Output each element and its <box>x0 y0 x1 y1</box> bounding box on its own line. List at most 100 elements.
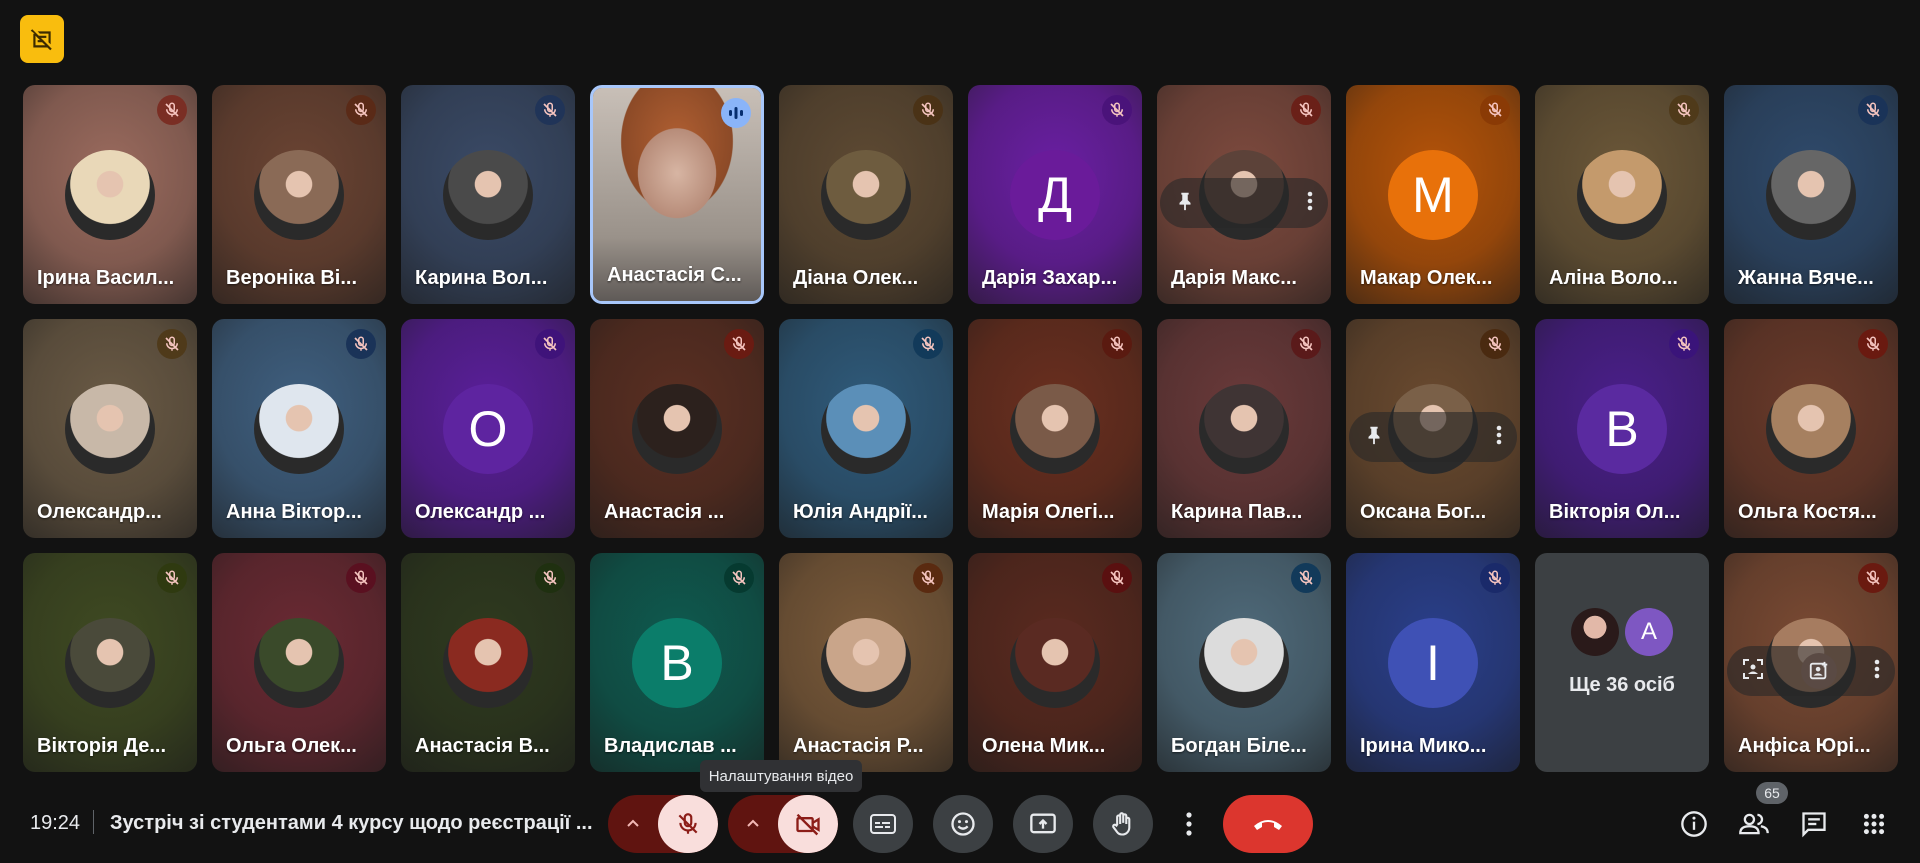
muted-indicator <box>346 563 376 593</box>
avatar <box>821 384 911 474</box>
participant-tile[interactable]: Вероніка Ві... <box>212 85 386 304</box>
tile-hover-controls <box>1160 178 1328 228</box>
participant-tile[interactable]: І Ірина Мико... <box>1346 553 1520 772</box>
camera-off-badge[interactable] <box>20 15 64 63</box>
avatar <box>821 618 911 708</box>
muted-indicator <box>1480 329 1510 359</box>
mic-off-icon <box>543 570 557 585</box>
captions-button[interactable] <box>853 795 913 853</box>
participant-name: Карина Пав... <box>1171 501 1303 523</box>
people-button[interactable] <box>1738 808 1770 840</box>
muted-indicator <box>1291 95 1321 125</box>
mic-off-icon <box>921 336 935 351</box>
meeting-info-button[interactable] <box>1678 808 1710 840</box>
participant-tile[interactable]: В Вікторія Ол... <box>1535 319 1709 538</box>
mic-off-icon <box>1110 336 1124 351</box>
mic-off-icon <box>354 336 368 351</box>
participant-name: Ольга Костя... <box>1738 501 1877 523</box>
participant-tile[interactable]: Юлія Андрії... <box>779 319 953 538</box>
mic-options-button[interactable] <box>608 795 658 853</box>
speaking-indicator <box>721 98 751 128</box>
participant-tile[interactable]: Жанна Вяче... <box>1724 85 1898 304</box>
participant-tile[interactable]: Богдан Біле... <box>1157 553 1331 772</box>
participant-tile[interactable]: Анастасія Р... <box>779 553 953 772</box>
muted-indicator <box>913 329 943 359</box>
avatar <box>632 384 722 474</box>
participant-tile[interactable]: Анастасія ... <box>590 319 764 538</box>
mic-off-icon <box>1299 336 1313 351</box>
participant-tile[interactable]: Анастасія В... <box>401 553 575 772</box>
participant-tile[interactable]: Аліна Воло... <box>1535 85 1709 304</box>
people-icon <box>1739 813 1769 835</box>
participant-tile[interactable]: О Олександр ... <box>401 319 575 538</box>
mic-off-icon <box>1299 102 1313 117</box>
participant-count-badge: 65 <box>1756 782 1788 804</box>
participant-tile[interactable]: Карина Пав... <box>1157 319 1331 538</box>
muted-indicator <box>346 95 376 125</box>
muted-indicator <box>535 95 565 125</box>
mic-off-icon <box>1866 102 1880 117</box>
participant-tile[interactable]: В Владислав ... <box>590 553 764 772</box>
participant-tile[interactable]: Д Дарія Захар... <box>968 85 1142 304</box>
participant-tile[interactable]: Оксана Бог... <box>1346 319 1520 538</box>
participant-tile[interactable]: Ольга Олек... <box>212 553 386 772</box>
more-options-button[interactable] <box>1173 795 1205 853</box>
participant-name: Ірина Мико... <box>1360 735 1487 757</box>
participant-name: Дарія Макс... <box>1171 267 1297 289</box>
pin-button[interactable] <box>1174 190 1196 217</box>
participant-tile[interactable]: Олександр... <box>23 319 197 538</box>
muted-indicator <box>913 95 943 125</box>
emoji-icon <box>951 812 975 836</box>
participant-tile[interactable]: Олена Мик... <box>968 553 1142 772</box>
camera-options-button[interactable] <box>728 795 778 853</box>
participant-name: Анастасія С... <box>607 264 742 286</box>
mic-off-icon <box>1488 570 1502 585</box>
muted-indicator <box>724 563 754 593</box>
participant-name: Карина Вол... <box>415 267 548 289</box>
participant-name: Макар Олек... <box>1360 267 1493 289</box>
avatar: М <box>1388 150 1478 240</box>
avatar: А <box>1625 608 1673 656</box>
participant-tile[interactable]: М Макар Олек... <box>1346 85 1520 304</box>
chat-button[interactable] <box>1798 808 1830 840</box>
more-vert-icon <box>1874 659 1880 678</box>
activities-button[interactable] <box>1858 808 1890 840</box>
tile-more-button[interactable] <box>1873 658 1881 685</box>
mic-off-icon <box>354 102 368 117</box>
mic-off-icon <box>165 336 179 351</box>
present-button[interactable] <box>1013 795 1073 853</box>
participant-tile[interactable]: Діана Олек... <box>779 85 953 304</box>
participant-name: Юлія Андрії... <box>793 501 928 523</box>
participant-name: Ольга Олек... <box>226 735 357 757</box>
raise-hand-button[interactable] <box>1093 795 1153 853</box>
add-to-stage-button[interactable] <box>1801 653 1837 689</box>
leave-call-button[interactable] <box>1223 795 1313 853</box>
clock: 19:24 <box>30 812 81 834</box>
tile-more-button[interactable] <box>1495 424 1503 451</box>
person-add-icon <box>1809 661 1828 680</box>
camera-toggle-button[interactable] <box>778 795 838 853</box>
participant-name: Марія Олегі... <box>982 501 1115 523</box>
more-participants-tile[interactable]: А Ще 36 осіб <box>1535 553 1709 772</box>
reactions-button[interactable] <box>933 795 993 853</box>
participant-name: Олександр ... <box>415 501 546 523</box>
participant-tile[interactable]: Анна Віктор... <box>212 319 386 538</box>
participant-tile[interactable]: Вікторія Де... <box>23 553 197 772</box>
mic-off-icon <box>678 813 698 834</box>
participant-tile[interactable]: Анастасія С... <box>590 85 764 304</box>
avatar <box>1766 384 1856 474</box>
muted-indicator <box>1291 563 1321 593</box>
fullscreen-button[interactable] <box>1741 657 1765 686</box>
mic-off-icon <box>1677 102 1691 117</box>
avatar: О <box>443 384 533 474</box>
participant-tile[interactable]: Марія Олегі... <box>968 319 1142 538</box>
participant-tile[interactable]: Карина Вол... <box>401 85 575 304</box>
muted-indicator <box>1480 563 1510 593</box>
participant-tile[interactable]: Ірина Васил... <box>23 85 197 304</box>
participant-tile[interactable]: Ольга Костя... <box>1724 319 1898 538</box>
participant-tile[interactable]: Анфіса Юрі... <box>1724 553 1898 772</box>
tile-more-button[interactable] <box>1306 190 1314 217</box>
mic-toggle-button[interactable] <box>658 795 718 853</box>
participant-tile[interactable]: Дарія Макс... <box>1157 85 1331 304</box>
pin-button[interactable] <box>1363 424 1385 451</box>
